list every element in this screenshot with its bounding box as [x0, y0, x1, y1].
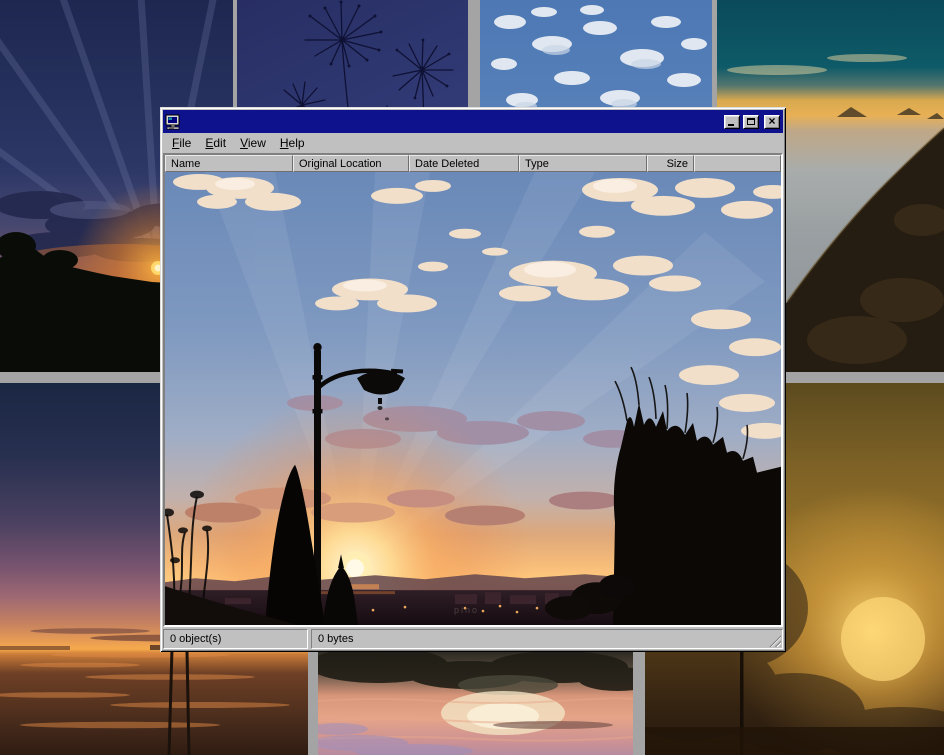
column-header-row: Name Original Location Date Deleted Type… [165, 155, 781, 172]
status-byte-count-label: 0 bytes [318, 633, 353, 645]
close-button[interactable]: × [764, 115, 780, 129]
menu-view-accelerator: V [240, 136, 248, 150]
status-bar: 0 object(s) 0 bytes [163, 629, 783, 649]
column-header-filler [694, 155, 781, 172]
status-object-count: 0 object(s) [163, 629, 308, 649]
minimize-icon [728, 124, 734, 126]
menu-edit-label: dit [213, 136, 226, 150]
column-header-type[interactable]: Type [519, 155, 647, 172]
resize-grip[interactable] [768, 634, 781, 647]
status-byte-count: 0 bytes [311, 629, 783, 649]
column-header-original-location[interactable]: Original Location [293, 155, 409, 172]
close-icon: × [768, 116, 775, 126]
titlebar[interactable]: × [163, 110, 783, 133]
minimize-button[interactable] [724, 115, 740, 129]
menu-view-label: iew [248, 136, 266, 150]
desktop: × File Edit View Help Name Original Loca… [0, 0, 944, 755]
maximize-button[interactable] [743, 115, 759, 129]
menu-view[interactable]: View [233, 134, 273, 153]
client-photo-sunset-lamp: pino [165, 172, 781, 625]
menu-help-accelerator: H [280, 136, 289, 150]
menu-edit[interactable]: Edit [198, 134, 233, 153]
column-header-name[interactable]: Name [165, 155, 293, 172]
menu-help[interactable]: Help [273, 134, 312, 153]
recycle-bin-window: × File Edit View Help Name Original Loca… [160, 107, 786, 652]
menu-file[interactable]: File [165, 134, 198, 153]
column-header-size[interactable]: Size [647, 155, 694, 172]
menu-file-label: ile [179, 136, 191, 150]
menu-help-label: elp [289, 136, 305, 150]
list-view: Name Original Location Date Deleted Type… [163, 153, 783, 627]
column-header-date-deleted[interactable]: Date Deleted [409, 155, 519, 172]
maximize-icon [747, 118, 755, 125]
photo-watermark: pino [454, 605, 479, 615]
list-client-area[interactable]: pino [165, 172, 781, 625]
computer-icon[interactable] [165, 114, 181, 130]
menu-bar: File Edit View Help [163, 134, 783, 153]
